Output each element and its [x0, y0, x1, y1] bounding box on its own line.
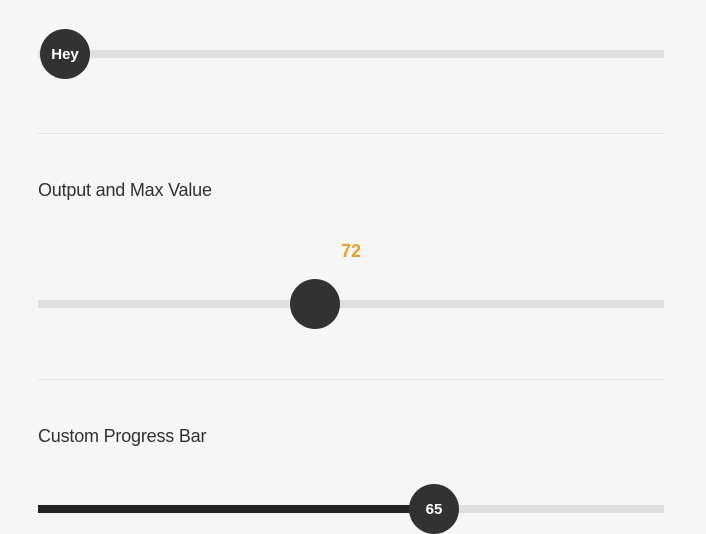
slider-section-output-max: Output and Max Value 72 [38, 180, 664, 308]
section-heading: Custom Progress Bar [38, 426, 664, 447]
slider-progress[interactable]: 65 [38, 505, 664, 513]
slider-thumb-label: Hey [51, 46, 79, 63]
slider-output-max[interactable] [38, 300, 664, 308]
slider-thumb[interactable]: Hey [40, 29, 90, 79]
slider-thumb-label: 65 [426, 501, 443, 518]
slider-value-output: 72 [38, 241, 664, 262]
slider-track [38, 300, 664, 308]
slider-track [38, 505, 664, 513]
slider-progress-fill [38, 505, 434, 513]
slider-thumb[interactable] [290, 279, 340, 329]
divider [38, 379, 664, 380]
slider-hey[interactable]: Hey [38, 50, 664, 58]
divider [38, 133, 664, 134]
section-heading: Output and Max Value [38, 180, 664, 201]
slider-track [38, 50, 664, 58]
slider-section-hey: Hey [38, 50, 664, 58]
slider-section-progress: Custom Progress Bar 65 [38, 426, 664, 513]
slider-thumb[interactable]: 65 [409, 484, 459, 534]
